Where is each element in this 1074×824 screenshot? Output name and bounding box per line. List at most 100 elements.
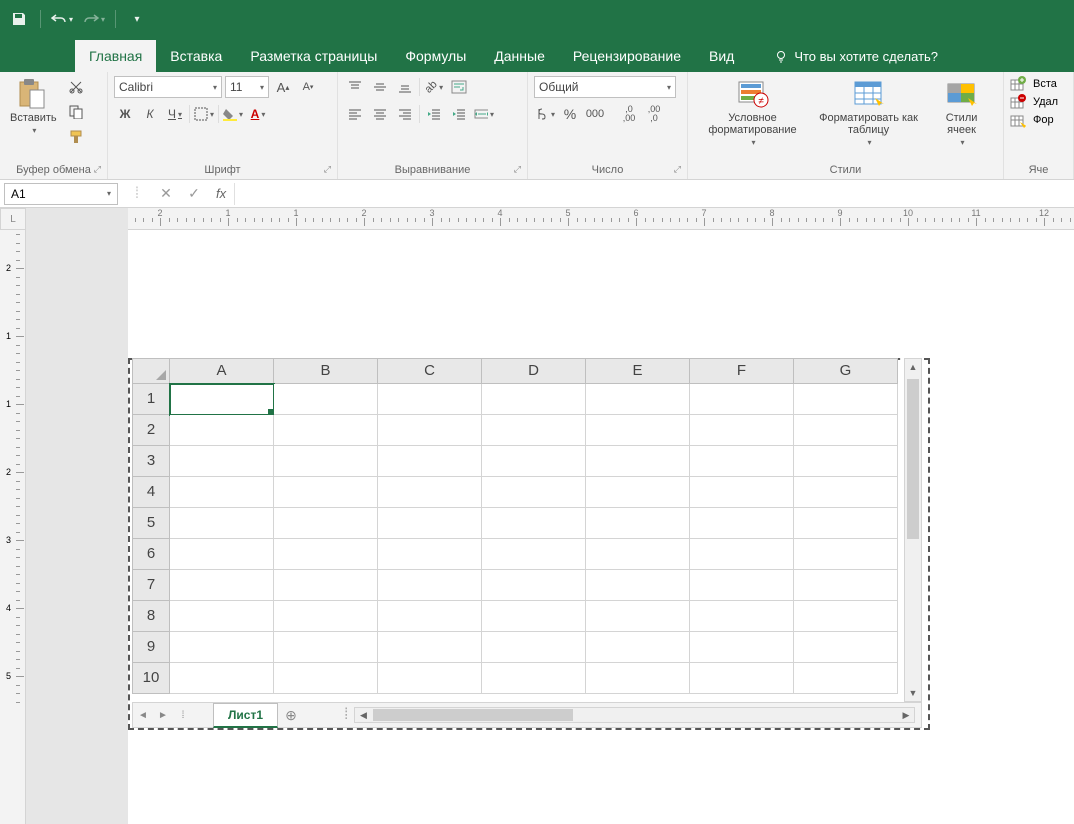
cell[interactable] (378, 570, 482, 601)
cell[interactable] (378, 601, 482, 632)
align-top-icon[interactable] (344, 76, 366, 98)
row-header[interactable]: 10 (132, 663, 170, 694)
cell[interactable] (794, 663, 898, 694)
cell[interactable] (794, 601, 898, 632)
cell[interactable] (690, 384, 794, 415)
cell[interactable] (378, 446, 482, 477)
cell[interactable] (794, 539, 898, 570)
cell[interactable] (170, 508, 274, 539)
column-header[interactable]: D (482, 358, 586, 384)
cell[interactable] (586, 477, 690, 508)
scrollbar-thumb[interactable] (373, 709, 573, 721)
underline-button[interactable]: Ч▾ (164, 103, 186, 125)
increase-indent-icon[interactable] (448, 103, 470, 125)
hscroll-resize-icon[interactable]: ⁞ (344, 706, 348, 724)
format-cells-button[interactable]: Фор (1010, 112, 1058, 128)
cell[interactable] (482, 539, 586, 570)
qat-customize-icon[interactable]: ▾ (126, 8, 148, 30)
cell[interactable] (690, 477, 794, 508)
cell[interactable] (170, 601, 274, 632)
cell[interactable] (170, 570, 274, 601)
sheet-nav[interactable]: ◄►⁞ (133, 710, 213, 721)
cell[interactable] (586, 601, 690, 632)
fill-color-icon[interactable]: ▾ (222, 103, 244, 125)
cell[interactable] (378, 384, 482, 415)
cell[interactable] (482, 446, 586, 477)
tab-review[interactable]: Рецензирование (559, 40, 695, 72)
cell[interactable] (794, 446, 898, 477)
align-left-icon[interactable] (344, 103, 366, 125)
decrease-font-icon[interactable]: A▾ (297, 76, 319, 98)
save-icon[interactable] (8, 8, 30, 30)
sheet-tab-active[interactable]: Лист1 (213, 703, 278, 728)
cell[interactable] (378, 632, 482, 663)
cell[interactable] (274, 663, 378, 694)
cell[interactable] (274, 384, 378, 415)
row-header[interactable]: 1 (132, 384, 170, 415)
scroll-left-icon[interactable]: ◀ (355, 708, 371, 722)
cell[interactable] (170, 446, 274, 477)
cell[interactable] (378, 539, 482, 570)
cell[interactable] (378, 415, 482, 446)
tab-insert[interactable]: Вставка (156, 40, 236, 72)
row-header[interactable]: 9 (132, 632, 170, 663)
cut-icon[interactable] (65, 76, 87, 98)
cell[interactable] (170, 477, 274, 508)
scrollbar-thumb[interactable] (907, 379, 919, 539)
align-right-icon[interactable] (394, 103, 416, 125)
tab-page-layout[interactable]: Разметка страницы (236, 40, 391, 72)
cell[interactable] (274, 601, 378, 632)
cell[interactable] (482, 663, 586, 694)
fx-icon[interactable]: fx (208, 186, 234, 201)
column-header[interactable]: C (378, 358, 482, 384)
cell[interactable] (482, 477, 586, 508)
align-bottom-icon[interactable] (394, 76, 416, 98)
select-all-corner[interactable] (132, 358, 170, 384)
row-header[interactable]: 3 (132, 446, 170, 477)
cell[interactable] (690, 415, 794, 446)
cell[interactable] (274, 570, 378, 601)
cell[interactable] (586, 632, 690, 663)
font-size-combo[interactable]: 11▾ (225, 76, 269, 98)
cell[interactable] (378, 508, 482, 539)
tell-me[interactable]: Что вы хотите сделать? (760, 41, 952, 72)
cell[interactable] (170, 632, 274, 663)
column-header[interactable]: A (170, 358, 274, 384)
vertical-scrollbar[interactable]: ▲ ▼ (904, 358, 922, 702)
cell[interactable] (170, 663, 274, 694)
enter-formula-icon[interactable]: ✓ (180, 185, 208, 202)
cell[interactable] (274, 632, 378, 663)
cell[interactable] (586, 539, 690, 570)
row-header[interactable]: 4 (132, 477, 170, 508)
horizontal-scrollbar[interactable]: ◀ ▶ (354, 707, 915, 723)
cell[interactable] (274, 477, 378, 508)
cancel-formula-icon[interactable]: ✕ (152, 185, 180, 202)
increase-decimal-icon[interactable]: ,0,00 (618, 103, 640, 125)
decrease-indent-icon[interactable] (423, 103, 445, 125)
align-center-icon[interactable] (369, 103, 391, 125)
cell[interactable] (482, 570, 586, 601)
scroll-down-icon[interactable]: ▼ (905, 685, 921, 701)
font-color-icon[interactable]: А▾ (247, 103, 269, 125)
cell[interactable] (482, 601, 586, 632)
cell[interactable] (586, 384, 690, 415)
cell[interactable] (482, 508, 586, 539)
cells-area[interactable] (170, 384, 904, 702)
tab-view[interactable]: Вид (695, 40, 748, 72)
cell[interactable] (586, 446, 690, 477)
tab-data[interactable]: Данные (480, 40, 559, 72)
tab-formulas[interactable]: Формулы (391, 40, 480, 72)
merge-cells-icon[interactable]: ▾ (473, 103, 495, 125)
vertical-ruler[interactable]: 2112345 (0, 230, 26, 824)
decrease-decimal-icon[interactable]: ,00,0 (643, 103, 665, 125)
insert-cells-button[interactable]: Вста (1010, 76, 1058, 92)
cell[interactable] (586, 415, 690, 446)
row-header[interactable]: 2 (132, 415, 170, 446)
orientation-icon[interactable]: ab▾ (423, 76, 445, 98)
cell[interactable] (690, 446, 794, 477)
format-as-table-button[interactable]: Форматировать как таблицу▾ (815, 76, 922, 149)
cell-styles-button[interactable]: Стили ячеек▾ (926, 76, 997, 149)
cell[interactable] (170, 415, 274, 446)
bold-button[interactable]: Ж (114, 103, 136, 125)
cell[interactable] (690, 508, 794, 539)
